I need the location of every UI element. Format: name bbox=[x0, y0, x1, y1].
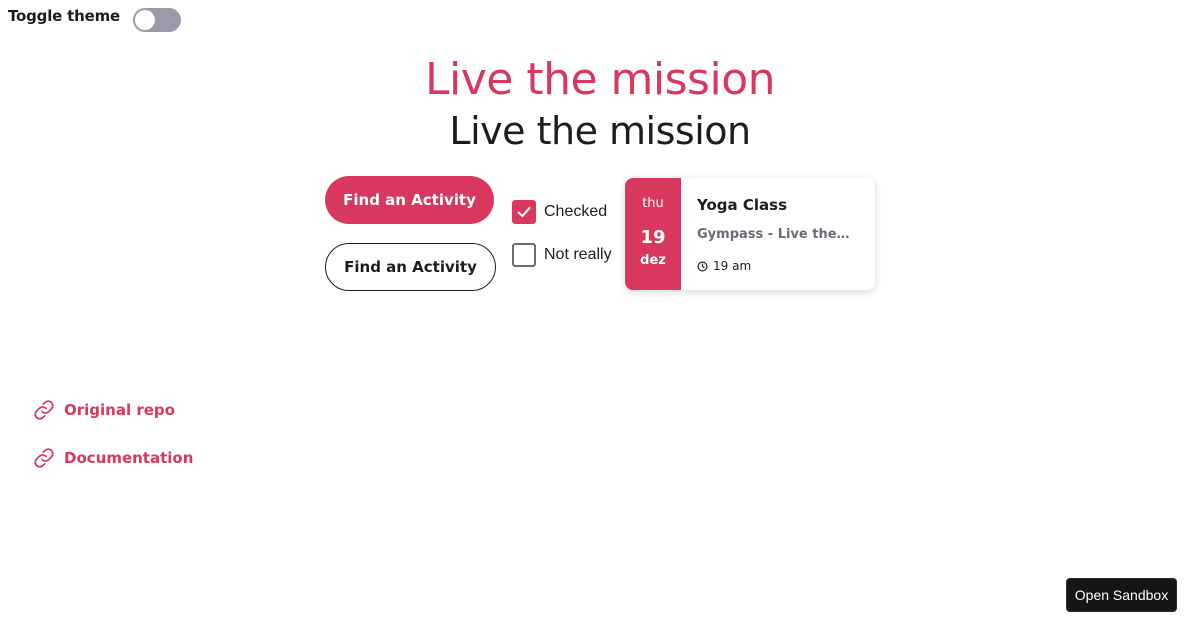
original-repo-link[interactable]: Original repo bbox=[32, 398, 175, 422]
checkbox-checked[interactable] bbox=[512, 200, 536, 224]
event-card[interactable]: thu 19 dez Yoga Class Gympass - Live the… bbox=[625, 178, 875, 290]
event-date-column: thu 19 dez bbox=[625, 178, 681, 290]
checkbox-unchecked[interactable] bbox=[512, 243, 536, 267]
event-subtitle: Gympass - Live the… bbox=[697, 227, 850, 242]
link-icon bbox=[34, 400, 54, 420]
checkbox-unchecked-label: Not really bbox=[544, 246, 612, 263]
event-time-row: 19 am bbox=[697, 259, 751, 273]
theme-toggle-row: Toggle theme bbox=[8, 7, 120, 25]
checkbox-checked-label: Checked bbox=[544, 203, 608, 220]
checkmark-icon bbox=[517, 207, 531, 217]
link-icon bbox=[34, 448, 54, 468]
documentation-link-label: Documentation bbox=[64, 449, 194, 467]
theme-toggle-knob bbox=[135, 10, 155, 30]
page-title-secondary: Live the mission bbox=[449, 109, 751, 153]
documentation-link[interactable]: Documentation bbox=[32, 446, 193, 470]
event-info: Yoga Class Gympass - Live the… 19 am bbox=[681, 178, 875, 290]
theme-toggle-label: Toggle theme bbox=[8, 7, 120, 25]
event-title: Yoga Class bbox=[697, 196, 787, 214]
open-sandbox-button[interactable]: Open Sandbox bbox=[1066, 578, 1177, 612]
checkbox-unchecked-row[interactable]: Not really bbox=[512, 243, 612, 267]
page-title-primary: Live the mission bbox=[425, 54, 776, 105]
event-weekday: thu bbox=[642, 196, 664, 211]
find-activity-primary-button[interactable]: Find an Activity bbox=[325, 176, 494, 224]
event-time: 19 am bbox=[713, 259, 752, 273]
event-day: 19 bbox=[640, 227, 666, 248]
theme-toggle-switch[interactable] bbox=[133, 8, 181, 32]
find-activity-outline-button[interactable]: Find an Activity bbox=[325, 243, 496, 291]
original-repo-link-label: Original repo bbox=[64, 401, 175, 419]
clock-icon bbox=[697, 261, 708, 271]
event-month: dez bbox=[640, 253, 666, 268]
checkbox-checked-row[interactable]: Checked bbox=[512, 200, 607, 224]
